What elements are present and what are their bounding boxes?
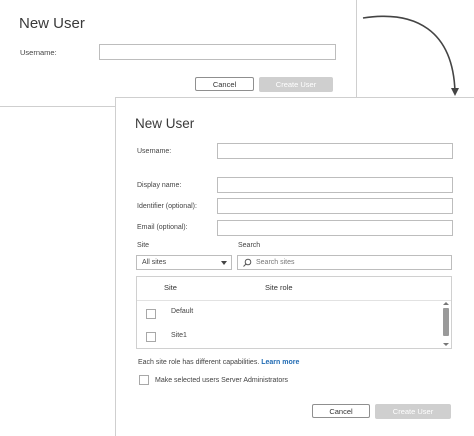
- identifier-label: Identifier (optional):: [137, 203, 197, 210]
- server-admin-checkbox[interactable]: [139, 375, 149, 385]
- dialog-title: New User: [19, 15, 85, 32]
- search-placeholder: Search sites: [256, 259, 295, 266]
- column-header-site: Site: [164, 283, 177, 292]
- site-role-info-text: Each site role has different capabilitie…: [138, 359, 260, 366]
- learn-more-link[interactable]: Learn more: [261, 359, 299, 366]
- username-input[interactable]: [99, 44, 336, 60]
- site-label: Site: [137, 242, 150, 249]
- scroll-up-icon[interactable]: [443, 302, 449, 305]
- cancel-button[interactable]: Cancel: [195, 77, 254, 91]
- search-sites-input[interactable]: Search sites: [237, 255, 452, 270]
- site-dropdown-value: All sites: [142, 259, 167, 266]
- scrollbar-thumb[interactable]: [443, 308, 449, 336]
- header-divider: [137, 300, 451, 301]
- cancel-button[interactable]: Cancel: [312, 404, 370, 418]
- search-label: Search: [238, 242, 261, 249]
- site-role-info: Each site role has different capabilitie…: [138, 359, 299, 366]
- new-user-dialog-large: New User Username: Display name: Identif…: [115, 97, 474, 436]
- dialog-title: New User: [135, 116, 195, 131]
- display-name-input[interactable]: [217, 177, 453, 193]
- arrow-icon: [362, 15, 459, 96]
- row-checkbox-default[interactable]: [146, 309, 156, 319]
- site-dropdown[interactable]: All sites: [136, 255, 232, 270]
- server-admin-option[interactable]: Make selected users Server Administrator…: [139, 375, 288, 385]
- row-checkbox-site1[interactable]: [146, 332, 156, 342]
- sites-table: Site Site role Default Site1: [136, 276, 452, 349]
- identifier-input[interactable]: [217, 198, 453, 214]
- username-label: Username:: [137, 148, 172, 155]
- email-label: Email (optional):: [137, 224, 188, 231]
- server-admin-label: Make selected users Server Administrator…: [155, 376, 289, 384]
- email-input[interactable]: [217, 220, 453, 236]
- table-row-site: Site1: [171, 332, 187, 339]
- new-user-dialog-small: New User Username: Cancel Create User: [0, 0, 357, 107]
- search-icon: [243, 258, 252, 267]
- table-scrollbar[interactable]: [443, 302, 449, 347]
- username-input[interactable]: [217, 143, 453, 159]
- table-row-site: Default: [171, 308, 194, 315]
- create-user-button[interactable]: Create User: [375, 404, 451, 419]
- dropdown-caret-icon: [221, 261, 227, 265]
- display-name-label: Display name:: [137, 182, 182, 189]
- create-user-button[interactable]: Create User: [259, 77, 333, 92]
- scroll-down-icon[interactable]: [443, 343, 449, 346]
- column-header-site-role: Site role: [265, 283, 293, 292]
- username-label: Username:: [20, 48, 57, 57]
